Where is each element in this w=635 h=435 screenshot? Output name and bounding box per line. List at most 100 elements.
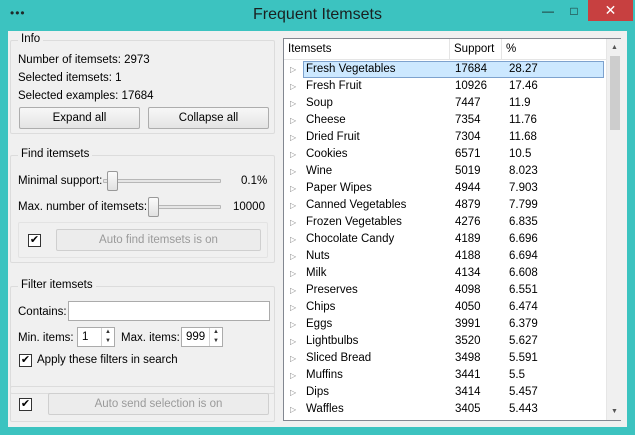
scrollbar-thumb[interactable]: [610, 56, 620, 130]
auto-find-button[interactable]: Auto find itemsets is on: [56, 229, 261, 251]
max-itemsets-slider-handle[interactable]: [148, 197, 159, 217]
expand-arrow-icon[interactable]: ▷: [290, 350, 296, 367]
expand-arrow-icon[interactable]: ▷: [290, 112, 296, 129]
expand-arrow-icon[interactable]: ▷: [290, 61, 296, 78]
support-cell: 4050: [455, 301, 481, 313]
expand-arrow-icon[interactable]: ▷: [290, 316, 296, 333]
table-row[interactable]: ▷ Dried Fruit 7304 11.68: [284, 129, 606, 146]
table-row[interactable]: ▷ Dips 3414 5.457: [284, 384, 606, 401]
selected-examples: Selected examples: 17684: [18, 90, 154, 102]
table-row[interactable]: ▷ Soup 7447 11.9: [284, 95, 606, 112]
table-row[interactable]: ▷ Wine 5019 8.023: [284, 163, 606, 180]
expand-arrow-icon[interactable]: ▷: [290, 163, 296, 180]
find-itemsets-group: Find itemsets Minimal support: 0.1% Max.…: [10, 148, 275, 263]
expand-arrow-icon[interactable]: ▷: [290, 248, 296, 265]
percent-cell: 6.694: [509, 250, 538, 262]
table-row[interactable]: ▷ Cheese 7354 11.76: [284, 112, 606, 129]
expand-arrow-icon[interactable]: ▷: [290, 265, 296, 282]
find-itemsets-title: Find itemsets: [18, 148, 93, 160]
percent-cell: 6.696: [509, 233, 538, 245]
filter-itemsets-group: Filter itemsets Contains: Min. items: 1 …: [10, 279, 275, 394]
max-items-value: 999: [186, 331, 206, 343]
table-row[interactable]: ▷ Waffles 3405 5.443: [284, 401, 606, 418]
support-cell: 3991: [455, 318, 481, 330]
table-row[interactable]: ▷ Canned Vegetables 4879 7.799: [284, 197, 606, 214]
expand-arrow-icon[interactable]: ▷: [290, 180, 296, 197]
itemsets-tree[interactable]: Itemsets Support % ▷ Fresh Vegetables 1768…: [283, 38, 622, 421]
table-row[interactable]: ▷ Muffins 3441 5.5: [284, 367, 606, 384]
minimal-support-value: 0.1%: [241, 175, 268, 187]
table-row[interactable]: ▷ Preserves 4098 6.551: [284, 282, 606, 299]
itemset-cell: Lightbulbs: [306, 335, 359, 347]
expand-arrow-icon[interactable]: ▷: [290, 231, 296, 248]
apply-filters-label: Apply these filters in search: [37, 354, 178, 366]
window-client: Info Number of itemsets: 2973 Selected i…: [8, 31, 627, 427]
support-cell: 3520: [455, 335, 481, 347]
min-items-spinbox[interactable]: 1 ▲ ▼: [77, 327, 115, 347]
expand-arrow-icon[interactable]: ▷: [290, 95, 296, 112]
expand-arrow-icon[interactable]: ▷: [290, 401, 296, 418]
table-row[interactable]: ▷ Cookies 6571 10.5: [284, 146, 606, 163]
spin-down-icon[interactable]: ▼: [210, 337, 222, 346]
header-support[interactable]: Support: [450, 39, 502, 60]
table-row[interactable]: ▷ Frozen Vegetables 4276 6.835: [284, 214, 606, 231]
header-itemsets[interactable]: Itemsets: [284, 39, 450, 60]
table-row[interactable]: ▷ Fresh Vegetables 17684 28.27: [284, 61, 606, 78]
expand-arrow-icon[interactable]: ▷: [290, 333, 296, 350]
table-row[interactable]: ▷ Milk 4134 6.608: [284, 265, 606, 282]
expand-arrow-icon[interactable]: ▷: [290, 299, 296, 316]
expand-arrow-icon[interactable]: ▷: [290, 197, 296, 214]
vertical-scrollbar[interactable]: ▲ ▼: [606, 39, 622, 420]
table-row[interactable]: ▷ Chips 4050 6.474: [284, 299, 606, 316]
table-row[interactable]: ▷ Sliced Bread 3498 5.591: [284, 350, 606, 367]
itemset-cell: Sliced Bread: [306, 352, 372, 364]
table-row[interactable]: ▷ Eggs 3991 6.379: [284, 316, 606, 333]
table-row[interactable]: ▷ Chocolate Candy 4189 6.696: [284, 231, 606, 248]
support-cell: 4276: [455, 216, 481, 228]
itemset-cell: Frozen Vegetables: [306, 216, 402, 228]
auto-send-box: ✔ Auto send selection is on: [10, 386, 275, 422]
apply-filters-checkbox[interactable]: ✔: [19, 354, 32, 367]
minimal-support-slider-track[interactable]: [103, 179, 221, 183]
expand-arrow-icon[interactable]: ▷: [290, 214, 296, 231]
percent-cell: 5.443: [509, 403, 538, 415]
table-row[interactable]: ▷ Lightbulbs 3520 5.627: [284, 333, 606, 350]
expand-arrow-icon[interactable]: ▷: [290, 78, 296, 95]
table-row[interactable]: ▷ Fresh Fruit 10926 17.46: [284, 78, 606, 95]
expand-arrow-icon[interactable]: ▷: [290, 367, 296, 384]
minimize-button[interactable]: —: [535, 0, 561, 21]
collapse-all-button[interactable]: Collapse all: [148, 107, 269, 129]
contains-input[interactable]: [68, 301, 270, 321]
auto-send-button[interactable]: Auto send selection is on: [48, 393, 269, 415]
table-row[interactable]: ▷ Nuts 4188 6.694: [284, 248, 606, 265]
support-cell: 5019: [455, 165, 481, 177]
support-cell: 3441: [455, 369, 481, 381]
support-cell: 4188: [455, 250, 481, 262]
auto-send-checkbox[interactable]: ✔: [19, 398, 32, 411]
table-row[interactable]: ▷ Paper Wipes 4944 7.903: [284, 180, 606, 197]
support-cell: 3414: [455, 386, 481, 398]
spin-up-icon[interactable]: ▲: [210, 328, 222, 337]
spin-up-icon[interactable]: ▲: [102, 328, 114, 337]
itemset-cell: Cheese: [306, 114, 346, 126]
header-percent[interactable]: %: [502, 39, 606, 60]
expand-arrow-icon[interactable]: ▷: [290, 282, 296, 299]
minimal-support-label: Minimal support:: [18, 175, 103, 187]
auto-find-checkbox[interactable]: ✔: [28, 234, 41, 247]
expand-all-button[interactable]: Expand all: [19, 107, 140, 129]
tree-header: Itemsets Support %: [284, 39, 606, 60]
minimal-support-slider-handle[interactable]: [107, 171, 118, 191]
expand-arrow-icon[interactable]: ▷: [290, 146, 296, 163]
support-cell: 4134: [455, 267, 481, 279]
itemset-cell: Wine: [306, 165, 333, 177]
percent-cell: 7.903: [509, 182, 538, 194]
expand-arrow-icon[interactable]: ▷: [290, 384, 296, 401]
max-items-spinbox[interactable]: 999 ▲ ▼: [181, 327, 223, 347]
maximize-button[interactable]: □: [561, 0, 587, 21]
scroll-up-icon[interactable]: ▲: [607, 39, 622, 56]
scroll-down-icon[interactable]: ▼: [607, 403, 622, 420]
expand-arrow-icon[interactable]: ▷: [290, 129, 296, 146]
close-button[interactable]: ✕: [588, 0, 633, 21]
spin-down-icon[interactable]: ▼: [102, 337, 114, 346]
title-bar[interactable]: ••• Frequent Itemsets — □ ✕: [0, 0, 635, 31]
